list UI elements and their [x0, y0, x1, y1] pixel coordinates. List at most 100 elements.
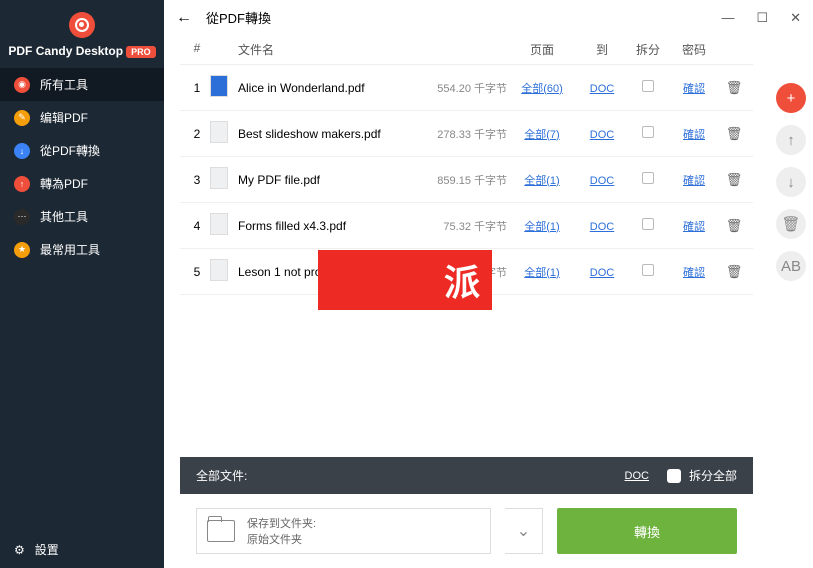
pages-link[interactable]: 全部(1): [524, 221, 559, 233]
password-link[interactable]: 確認: [683, 267, 705, 279]
file-thumb-icon: [210, 75, 228, 97]
file-thumb-icon: [210, 167, 228, 189]
nav-other-tools[interactable]: ⋯其他工具: [0, 200, 164, 233]
nav-frequent[interactable]: ★最常用工具: [0, 233, 164, 266]
move-down-button[interactable]: ↓: [776, 167, 806, 197]
folder-icon: [207, 520, 235, 542]
app-logo: PDF Candy DesktopPRO: [0, 0, 164, 68]
file-size: 554.20 千字节: [417, 80, 507, 96]
delete-button[interactable]: 🗑: [776, 209, 806, 239]
pages-link[interactable]: 全部(7): [524, 129, 559, 141]
app-name: PDF Candy DesktopPRO: [0, 44, 164, 58]
password-link[interactable]: 確認: [683, 175, 705, 187]
ab-button[interactable]: AB: [776, 251, 806, 281]
folder-dropdown[interactable]: ⌄: [505, 508, 543, 554]
nav-all-tools[interactable]: ◉所有工具: [0, 68, 164, 101]
nav-to-pdf[interactable]: ↑轉為PDF: [0, 167, 164, 200]
split-checkbox[interactable]: [642, 80, 654, 92]
convert-button[interactable]: 轉換: [557, 508, 737, 554]
save-to-value: 原始文件夹: [247, 531, 316, 547]
file-thumb-icon: [210, 121, 228, 143]
main: ← 從PDF轉換 — ☐ ✕ # 文件名 页面 到 拆分 密码: [164, 0, 813, 568]
gear-icon: ⚙: [14, 543, 25, 557]
format-link[interactable]: DOC: [590, 175, 614, 187]
sidebar: PDF Candy DesktopPRO ◉所有工具 ✎编辑PDF ↓從PDF轉…: [0, 0, 164, 568]
maximize-button[interactable]: ☐: [756, 10, 768, 26]
split-checkbox[interactable]: [642, 264, 654, 276]
row-num: 5: [184, 265, 210, 279]
row-num: 3: [184, 173, 210, 187]
circle-icon: ◉: [14, 77, 30, 93]
settings-button[interactable]: ⚙設置: [0, 531, 164, 568]
table-header: # 文件名 页面 到 拆分 密码: [180, 35, 753, 65]
header-split: 拆分: [627, 41, 669, 58]
back-button[interactable]: ←: [176, 9, 192, 27]
pro-badge: PRO: [126, 46, 156, 58]
format-link[interactable]: DOC: [590, 129, 614, 141]
trash-icon[interactable]: 🗑: [726, 80, 743, 95]
table-row: 3 My PDF file.pdf 859.15 千字节 全部(1) DOC 確…: [180, 157, 753, 203]
dots-icon: ⋯: [14, 209, 30, 225]
password-link[interactable]: 確認: [683, 221, 705, 233]
nav-edit-pdf[interactable]: ✎编辑PDF: [0, 101, 164, 134]
file-size: 189.55 千字节: [417, 264, 507, 280]
row-num: 1: [184, 81, 210, 95]
minimize-button[interactable]: —: [721, 10, 734, 26]
split-all-checkbox[interactable]: [667, 469, 681, 483]
side-tools: + ↑ ↓ 🗑 AB: [769, 35, 813, 568]
split-checkbox[interactable]: [642, 218, 654, 230]
add-file-button[interactable]: +: [776, 83, 806, 113]
table-row: 1 Alice in Wonderland.pdf 554.20 千字节 全部(…: [180, 65, 753, 111]
format-link[interactable]: DOC: [590, 83, 614, 95]
table-footer: 全部文件: DOC 拆分全部: [180, 457, 753, 494]
file-size: 75.32 千字节: [417, 218, 507, 234]
header-name: 文件名: [238, 41, 417, 58]
format-link[interactable]: DOC: [590, 221, 614, 233]
file-name: Best slideshow makers.pdf: [238, 127, 417, 141]
file-thumb-icon: [210, 213, 228, 235]
edit-icon: ✎: [14, 110, 30, 126]
move-up-button[interactable]: ↑: [776, 125, 806, 155]
page-title: 從PDF轉換: [206, 8, 271, 27]
nav-from-pdf[interactable]: ↓從PDF轉換: [0, 134, 164, 167]
table-row: 4 Forms filled x4.3.pdf 75.32 千字节 全部(1) …: [180, 203, 753, 249]
file-table: # 文件名 页面 到 拆分 密码 1 Alice in Wonderland.p…: [164, 35, 769, 568]
file-thumb-icon: [210, 259, 228, 281]
upload-icon: ↑: [14, 176, 30, 192]
trash-icon[interactable]: 🗑: [726, 172, 743, 187]
trash-icon[interactable]: 🗑: [726, 126, 743, 141]
header-to: 到: [577, 41, 627, 58]
nav: ◉所有工具 ✎编辑PDF ↓從PDF轉換 ↑轉為PDF ⋯其他工具 ★最常用工具: [0, 68, 164, 531]
titlebar: ← 從PDF轉換 — ☐ ✕: [164, 0, 813, 35]
password-link[interactable]: 確認: [683, 129, 705, 141]
row-num: 4: [184, 219, 210, 233]
header-pages: 页面: [507, 41, 577, 58]
row-num: 2: [184, 127, 210, 141]
download-icon: ↓: [14, 143, 30, 159]
save-folder-box[interactable]: 保存到文件夹: 原始文件夹: [196, 508, 491, 554]
password-link[interactable]: 確認: [683, 83, 705, 95]
header-num: #: [184, 41, 210, 58]
trash-icon[interactable]: 🗑: [726, 264, 743, 279]
table-row: 5 Leson 1 not protected.pdf 189.55 千字节 全…: [180, 249, 753, 295]
file-size: 859.15 千字节: [417, 172, 507, 188]
pages-link[interactable]: 全部(60): [521, 83, 563, 95]
pages-link[interactable]: 全部(1): [524, 267, 559, 279]
file-name: Alice in Wonderland.pdf: [238, 81, 417, 95]
close-button[interactable]: ✕: [790, 10, 801, 26]
split-all-label: 拆分全部: [689, 467, 737, 484]
header-pwd: 密码: [669, 41, 719, 58]
footer-convert-type[interactable]: DOC: [625, 470, 649, 482]
file-size: 278.33 千字节: [417, 126, 507, 142]
star-icon: ★: [14, 242, 30, 258]
split-checkbox[interactable]: [642, 172, 654, 184]
file-name: Forms filled x4.3.pdf: [238, 219, 417, 233]
all-files-label: 全部文件:: [196, 467, 247, 484]
trash-icon[interactable]: 🗑: [726, 218, 743, 233]
table-row: 2 Best slideshow makers.pdf 278.33 千字节 全…: [180, 111, 753, 157]
save-to-label: 保存到文件夹:: [247, 515, 316, 531]
file-name: Leson 1 not protected.pdf: [238, 265, 417, 279]
split-checkbox[interactable]: [642, 126, 654, 138]
pages-link[interactable]: 全部(1): [524, 175, 559, 187]
format-link[interactable]: DOC: [590, 267, 614, 279]
